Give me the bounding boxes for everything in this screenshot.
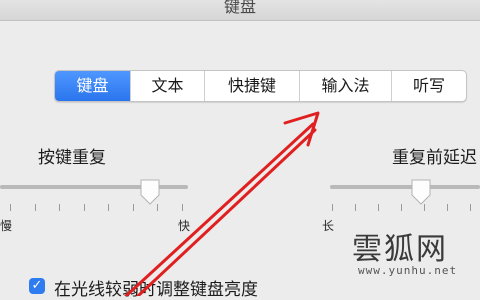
watermark-brand: 雲狐网 xyxy=(352,232,448,267)
watermark-url: www.yunhu.net xyxy=(358,264,458,277)
